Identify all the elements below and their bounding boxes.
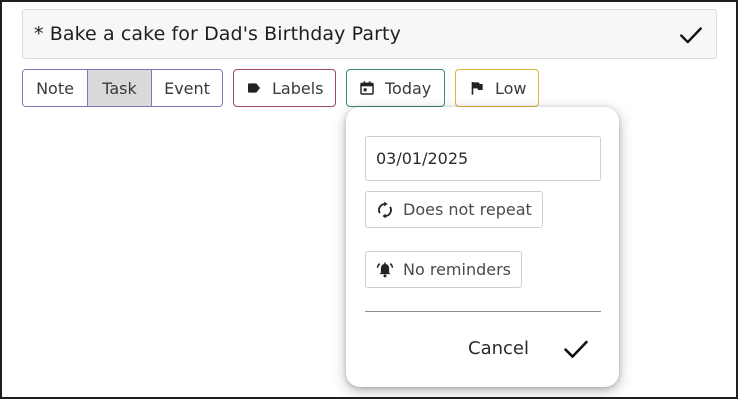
type-event-button[interactable]: Event [152, 70, 222, 106]
repeat-icon [378, 201, 392, 218]
labels-chip[interactable]: Labels [233, 69, 336, 107]
type-note-button[interactable]: Note [23, 70, 88, 106]
type-selector: Note Task Event [22, 69, 223, 107]
priority-chip[interactable]: Low [455, 69, 539, 107]
confirm-check-icon[interactable] [562, 335, 590, 363]
alarm-bell-icon [376, 262, 394, 277]
labels-chip-label: Labels [272, 78, 324, 98]
date-picker-popup: Does not repeat No reminders Cancel [346, 107, 619, 387]
flag-icon [471, 82, 483, 95]
priority-chip-label: Low [495, 78, 527, 98]
date-chip[interactable]: Today [346, 69, 445, 107]
calendar-icon [360, 81, 374, 95]
reminders-label: No reminders [403, 260, 511, 279]
repeat-button[interactable]: Does not repeat [365, 191, 543, 228]
popup-divider [365, 311, 601, 312]
cancel-button[interactable]: Cancel [468, 338, 529, 359]
task-title-bar[interactable]: * Bake a cake for Dad's Birthday Party [22, 9, 717, 59]
type-task-button[interactable]: Task [88, 70, 152, 106]
checkmark-icon[interactable] [678, 22, 704, 48]
label-icon [248, 83, 260, 93]
repeat-label: Does not repeat [403, 200, 532, 219]
date-chip-label: Today [385, 78, 432, 98]
reminders-button[interactable]: No reminders [365, 251, 522, 288]
date-input[interactable] [365, 136, 601, 181]
task-title[interactable]: * Bake a cake for Dad's Birthday Party [34, 23, 401, 45]
